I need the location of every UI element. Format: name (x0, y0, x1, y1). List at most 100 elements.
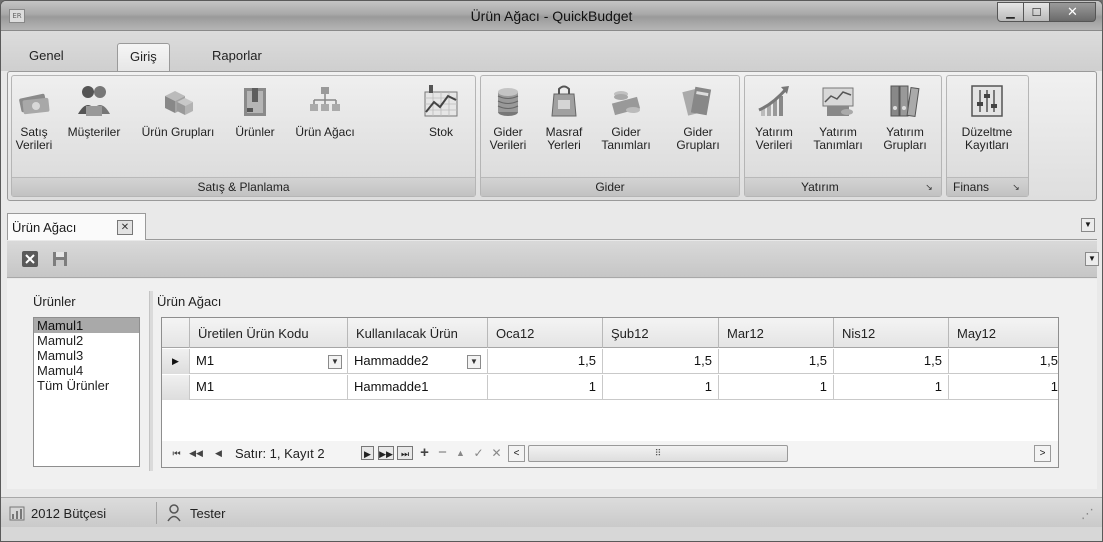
month-value-cell[interactable]: 1,5 (488, 349, 603, 374)
month-value-cell[interactable]: 1,5 (603, 349, 719, 374)
toolbar-overflow-dropdown[interactable]: ▼ (1085, 252, 1099, 266)
month-value-cell[interactable]: 1 (949, 375, 1058, 400)
scroll-right-icon[interactable]: > (1034, 445, 1051, 462)
list-item[interactable]: Mamul4 (34, 363, 139, 378)
month-value-cell[interactable]: 1,5 (719, 349, 834, 374)
urun-gruplari-button[interactable]: Ürün Grupları (130, 82, 226, 139)
budget-chart-icon (9, 506, 25, 521)
post-edit-icon[interactable]: ✓ (472, 446, 485, 460)
yatirim-verileri-button[interactable]: Yatırım Verileri (747, 82, 801, 152)
product-code-dropdown[interactable]: ▼ (328, 355, 342, 369)
column-header[interactable]: Oca12 (488, 318, 603, 348)
first-record-icon[interactable]: ⏮ (170, 446, 183, 460)
finans-launcher-icon[interactable]: ↘ (1010, 181, 1022, 193)
tab-giris[interactable]: Giriş (117, 43, 170, 72)
minimize-button[interactable]: ▁ (997, 2, 1024, 22)
group-finans: Düzeltme Kayıtları Finans ↘ (946, 75, 1029, 197)
month-value-cell[interactable]: 1,5 (949, 349, 1058, 374)
horizontal-scrollbar[interactable]: < ⠿ > (508, 445, 1051, 462)
component-cell[interactable]: Hammadde2 ▼ (348, 349, 488, 374)
window-controls: ▁ ☐ ✕ (997, 2, 1096, 22)
products-label: Ürünler (33, 294, 76, 309)
musteriler-button[interactable]: Müşteriler (60, 82, 128, 139)
doc-tab-urun-agaci[interactable]: Ürün Ağacı ✕ (7, 213, 146, 240)
document-tab-strip: Ürün Ağacı ✕ ▼ (7, 213, 1097, 240)
delete-record-icon[interactable]: − (436, 445, 449, 460)
panel-splitter[interactable] (149, 291, 153, 471)
musteriler-label: Müşteriler (67, 125, 121, 139)
title-bar[interactable]: ER Ürün Ağacı - QuickBudget ▁ ☐ ✕ (1, 1, 1102, 31)
group-caption-gider: Gider (481, 177, 739, 196)
component-cell[interactable]: Hammadde1 (348, 375, 488, 400)
form-toolbar: ▼ (7, 241, 1099, 278)
application-window: ER Ürün Ağacı - QuickBudget ▁ ☐ ✕ Genel … (0, 0, 1103, 542)
save-icon (53, 252, 67, 266)
column-header[interactable]: Nis12 (834, 318, 949, 348)
save-button[interactable] (51, 250, 69, 268)
close-form-button[interactable] (21, 250, 39, 268)
yatirim-launcher-icon[interactable]: ↘ (923, 181, 935, 193)
urunler-button[interactable]: Ürünler (226, 82, 284, 139)
add-record-icon[interactable]: + (418, 445, 431, 460)
column-header[interactable]: Şub12 (603, 318, 719, 348)
duzeltme-kayitlari-button[interactable]: Düzeltme Kayıtları (951, 82, 1023, 152)
month-value-cell[interactable]: 1,5 (834, 349, 949, 374)
scroll-thumb[interactable]: ⠿ (528, 445, 788, 462)
doc-tab-close-icon[interactable]: ✕ (117, 220, 133, 235)
list-item[interactable]: Mamul1 (34, 318, 139, 333)
product-groups-icon (165, 91, 193, 115)
last-record-icon[interactable]: ⏭ (397, 446, 413, 460)
next-record-icon[interactable]: ▶ (361, 446, 374, 460)
satis-verileri-button[interactable]: Satış Verileri (14, 82, 54, 152)
table-row[interactable]: M1 Hammadde1 1 1 1 1 1 (162, 375, 1058, 400)
cancel-edit-icon[interactable]: ✕ (490, 446, 503, 460)
column-header[interactable]: May12 (949, 318, 1058, 348)
column-header[interactable]: Mar12 (719, 318, 834, 348)
prev-page-icon[interactable]: ◀◀ (188, 446, 204, 460)
resize-grip-icon[interactable]: ⋰ (1081, 506, 1094, 522)
month-value-cell[interactable]: 1 (488, 375, 603, 400)
row-indicator: ▶ (162, 349, 190, 374)
yatirim-gruplari-label-2: Grupları (883, 138, 927, 152)
tab-list-dropdown[interactable]: ▼ (1081, 218, 1095, 232)
next-page-icon[interactable]: ▶▶ (378, 446, 394, 460)
stok-button[interactable]: Stok (416, 82, 466, 139)
maximize-button[interactable]: ☐ (1024, 2, 1050, 22)
status-bar: 2012 Bütçesi Tester ⋰ (1, 497, 1102, 527)
column-header[interactable]: Kullanılacak Ürün (348, 318, 488, 348)
tab-raporlar[interactable]: Raporlar (212, 48, 262, 63)
month-value-cell[interactable]: 1 (603, 375, 719, 400)
table-row[interactable]: ▶ M1 ▼ Hammadde2 ▼ 1,5 1,5 1,5 1,5 1,5 (162, 349, 1058, 374)
header-indicator (162, 318, 190, 348)
month-value-cell[interactable]: 1 (834, 375, 949, 400)
gider-tanimlari-button[interactable]: Gider Tanımları (593, 82, 659, 152)
tab-genel[interactable]: Genel (29, 48, 64, 63)
customers-icon (78, 86, 110, 116)
yatirim-tanimlari-button[interactable]: Yatırım Tanımları (805, 82, 871, 152)
chevron-down-icon: ▼ (1088, 254, 1096, 263)
masraf-yerleri-button[interactable]: Masraf Yerleri (539, 82, 589, 152)
column-header[interactable]: Üretilen Ürün Kodu (190, 318, 348, 348)
list-item[interactable]: Mamul3 (34, 348, 139, 363)
gider-verileri-button[interactable]: Gider Verileri (483, 82, 533, 152)
product-code-cell[interactable]: M1 (190, 375, 348, 400)
component-dropdown[interactable]: ▼ (467, 355, 481, 369)
yatirim-gruplari-button[interactable]: Yatırım Grupları (875, 82, 935, 152)
gider-gruplari-button[interactable]: Gider Grupları (663, 82, 733, 152)
scroll-left-icon[interactable]: < (508, 445, 525, 462)
month-value-cell[interactable]: 1 (719, 375, 834, 400)
list-item[interactable]: Tüm Ürünler (34, 378, 139, 393)
list-item[interactable]: Mamul2 (34, 333, 139, 348)
budget-name[interactable]: 2012 Bütçesi (31, 506, 106, 521)
prev-record-icon[interactable]: ◀ (212, 446, 225, 460)
products-listbox[interactable]: Mamul1 Mamul2 Mamul3 Mamul4 Tüm Ürünler (33, 317, 140, 467)
product-code-cell[interactable]: M1 ▼ (190, 349, 348, 374)
urun-agaci-button[interactable]: Ürün Ağacı (288, 82, 362, 139)
close-window-button[interactable]: ✕ (1050, 2, 1096, 22)
gider-tanimlari-label-2: Tanımları (601, 138, 651, 152)
growth-chart-icon (758, 86, 789, 116)
edit-record-icon[interactable]: ▲ (454, 446, 467, 460)
user-name[interactable]: Tester (190, 506, 225, 521)
money-icon (19, 93, 50, 115)
minimize-icon: ▁ (1006, 6, 1015, 19)
